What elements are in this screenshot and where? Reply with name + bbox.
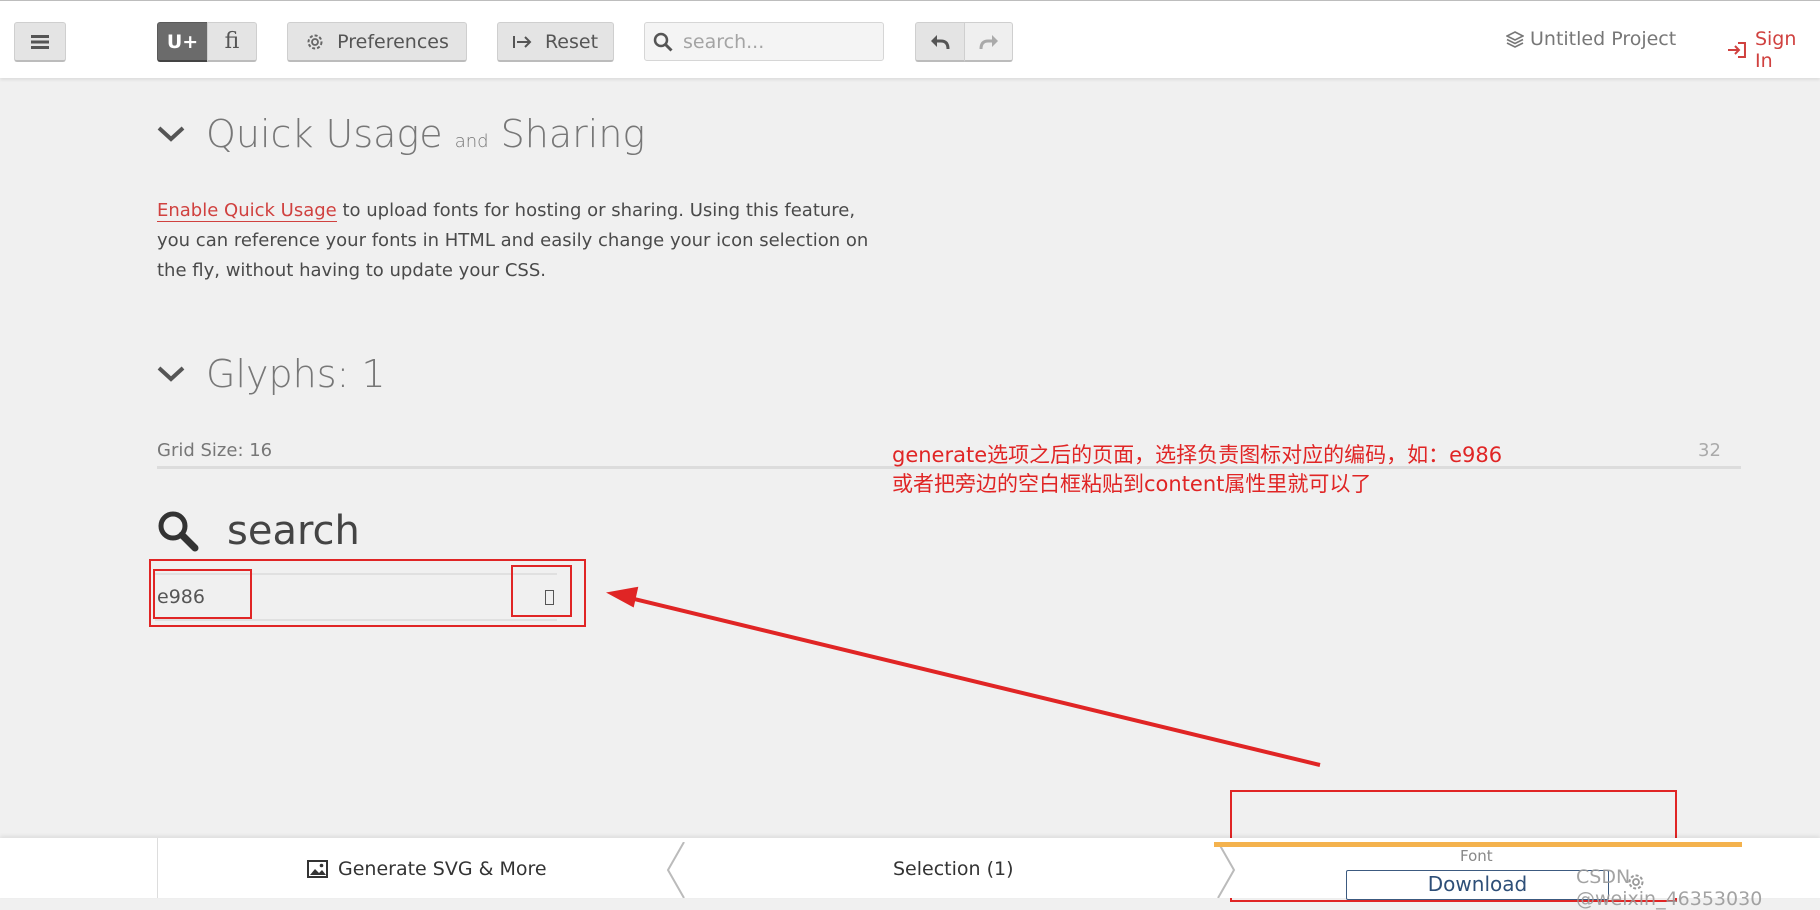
menu-button[interactable] (14, 22, 66, 62)
quick-usage-title: Quick Usage and Sharing (206, 112, 646, 156)
annotation-line-2: 或者把旁边的空白框粘贴到content属性里就可以了 (892, 472, 1372, 496)
gear-icon (307, 34, 323, 49)
font-tab-label: Font (1460, 847, 1493, 865)
redo-button[interactable] (964, 22, 1013, 62)
layers-icon (1506, 31, 1524, 48)
enable-quick-usage-link[interactable]: Enable Quick Usage (157, 200, 337, 222)
image-icon (307, 860, 328, 878)
quick-usage-header[interactable]: Quick Usage and Sharing (156, 112, 645, 156)
selection-label: Selection (1) (893, 858, 1014, 880)
grid-size-label: Grid Size: 16 (157, 440, 273, 461)
sign-in-label: Sign In (1754, 28, 1797, 72)
unicode-toggle-label: U+ (166, 30, 199, 53)
project-name: Untitled Project (1530, 28, 1677, 50)
quick-usage-description: Enable Quick Usage to upload fonts for h… (157, 196, 877, 286)
glyph-name: search (227, 508, 360, 554)
redo-icon (979, 34, 998, 49)
undo-icon (931, 34, 950, 49)
watermark: CSDN @weixin_46353030 (1576, 866, 1763, 910)
unicode-toggle-button[interactable]: U+ (157, 22, 208, 62)
reset-button[interactable]: Reset (497, 22, 614, 62)
bottom-bar-divider (157, 838, 158, 898)
generate-svg-label: Generate SVG & More (338, 858, 547, 880)
preferences-label: Preferences (337, 30, 449, 53)
search-icon (653, 32, 673, 52)
glyphs-header[interactable]: Glyphs: 1 (156, 352, 386, 396)
grid-size-max: 32 (1698, 440, 1721, 461)
annotation-line-1: generate选项之后的页面，选择负责图标对应的编码，如：e986 (892, 443, 1503, 467)
chevron-right-separator-icon (1217, 842, 1236, 898)
reset-icon (512, 35, 532, 48)
top-toolbar: U+ fi Preferences Reset search... Untitl… (0, 0, 1820, 78)
search-input[interactable] (681, 29, 875, 54)
chevron-left-separator-icon (666, 842, 685, 898)
chevron-down-icon (157, 366, 185, 382)
annotation-box-code (153, 569, 252, 619)
project-name-button[interactable]: Untitled Project (1506, 28, 1676, 50)
ligature-toggle-label: fi (224, 29, 240, 54)
glyph-item[interactable]: search (157, 508, 360, 554)
reset-label: Reset (544, 30, 599, 53)
annotation-text: generate选项之后的页面，选择负责图标对应的编码，如：e986 或者把旁边… (892, 441, 1502, 499)
selection-tab[interactable]: Selection (1) (893, 858, 1014, 880)
generate-svg-tab[interactable]: Generate SVG & More (307, 858, 547, 880)
sign-in-icon (1727, 42, 1746, 58)
annotation-box-char (511, 565, 572, 617)
hamburger-icon (31, 34, 49, 49)
preferences-button[interactable]: Preferences (287, 22, 467, 62)
search-icon (158, 511, 199, 552)
search-field[interactable] (644, 22, 884, 61)
sign-in-link[interactable]: Sign In (1727, 28, 1820, 72)
chevron-down-icon (157, 126, 185, 142)
undo-button[interactable] (915, 22, 965, 62)
ligature-toggle-button[interactable]: fi (207, 22, 257, 62)
download-button[interactable]: Download (1346, 870, 1609, 900)
glyphs-title: Glyphs: 1 (206, 352, 386, 396)
